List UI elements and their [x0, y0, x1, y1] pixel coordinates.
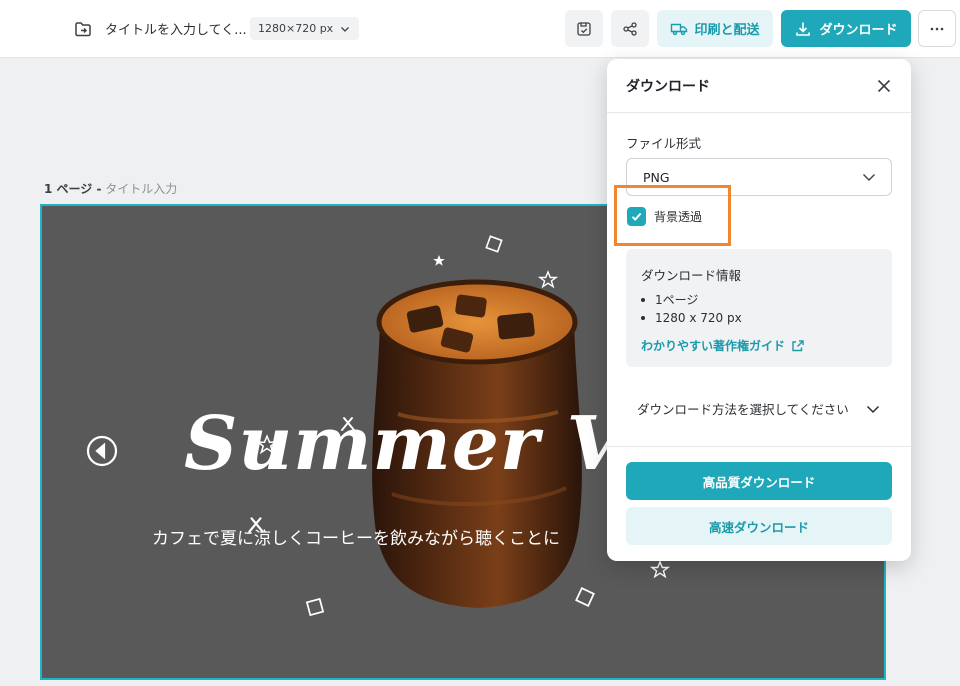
file-format-select[interactable]: PNG	[626, 158, 892, 196]
copyright-guide-link[interactable]: わかりやすい著作権ガイド	[641, 337, 805, 354]
top-toolbar: タイトルを入力してく... 1280×720 px 印刷と配送 ダウンロード	[0, 0, 960, 58]
download-method-selector[interactable]: ダウンロード方法を選択してください	[637, 399, 881, 418]
star-decoration	[433, 255, 445, 266]
share-button[interactable]	[611, 10, 649, 47]
canvas-size-label: 1280×720 px	[258, 22, 334, 35]
transparent-background-option[interactable]: 背景透過	[627, 207, 702, 226]
download-button[interactable]: ダウンロード	[781, 10, 911, 47]
chevron-down-icon	[341, 26, 350, 32]
download-label: ダウンロード	[819, 23, 898, 38]
info-item-label: 1280 x 720 px	[655, 311, 742, 325]
file-format-value: PNG	[643, 169, 670, 185]
download-icon	[796, 22, 811, 36]
download-info-box: ダウンロード情報 1ページ 1280 x 720 px わかりやすい著作権ガイド	[626, 249, 892, 367]
transparent-background-checkbox[interactable]	[627, 207, 646, 226]
transparent-background-label: 背景透過	[654, 210, 703, 224]
canvas-size-dropdown[interactable]: 1280×720 px	[250, 17, 360, 40]
share-icon	[623, 21, 637, 36]
external-link-icon	[792, 339, 804, 351]
file-format-label: ファイル形式	[626, 136, 702, 151]
more-icon	[930, 27, 944, 30]
page-number: 1 ページ -	[44, 182, 102, 196]
checkmark-icon	[631, 212, 642, 221]
close-icon[interactable]	[875, 77, 893, 95]
save-button[interactable]	[565, 10, 603, 47]
info-item-dimensions: 1280 x 720 px	[641, 311, 742, 325]
arrow-left-circle-icon[interactable]	[85, 434, 119, 468]
chevron-down-icon	[866, 405, 880, 413]
download-method-label: ダウンロード方法を選択してください	[637, 402, 849, 417]
download-panel-title: ダウンロード	[626, 79, 710, 95]
divider	[607, 446, 911, 447]
divider	[607, 112, 911, 113]
design-body-text[interactable]: カフェで夏に涼しくコーヒーを飲みながら聴くことに	[152, 524, 560, 549]
page-label: 1 ページ - タイトル入力	[44, 180, 177, 197]
copyright-guide-label: わかりやすい著作権ガイド	[641, 339, 786, 353]
truck-icon	[671, 23, 688, 35]
chevron-down-icon	[863, 174, 875, 181]
more-options-button[interactable]	[918, 10, 956, 47]
bullet-icon	[641, 297, 645, 302]
print-delivery-label: 印刷と配送	[694, 23, 760, 38]
download-panel: ダウンロード ファイル形式 PNG 背景透過 ダウンロード情報 1ページ 128…	[607, 59, 911, 561]
star-outline-decoration	[650, 560, 670, 579]
design-headline[interactable]: Summer V	[184, 401, 625, 487]
download-info-title: ダウンロード情報	[641, 268, 742, 283]
info-item-pages: 1ページ	[641, 291, 698, 308]
high-quality-download-button[interactable]: 高品質ダウンロード	[626, 462, 892, 500]
info-item-label: 1ページ	[655, 293, 699, 307]
diamond-decoration	[485, 235, 503, 253]
diamond-decoration	[305, 597, 325, 617]
print-delivery-button[interactable]: 印刷と配送	[657, 10, 773, 47]
bullet-icon	[641, 316, 645, 320]
folder-move-icon[interactable]	[73, 19, 93, 39]
page-title[interactable]: タイトル入力	[105, 182, 177, 196]
design-title[interactable]: タイトルを入力してく...	[105, 19, 247, 38]
fast-download-button[interactable]: 高速ダウンロード	[626, 507, 892, 545]
save-icon	[577, 21, 591, 36]
